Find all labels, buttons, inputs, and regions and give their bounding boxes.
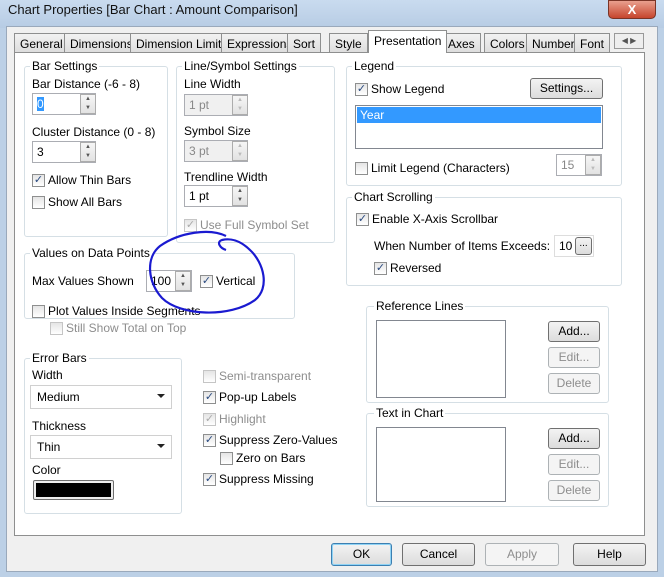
legend-title: Legend	[352, 59, 397, 73]
popup-labels-checkbox[interactable]: ✓	[203, 391, 216, 404]
items-exceeds-browse-button[interactable]: ...	[575, 237, 592, 255]
reference-edit-button[interactable]: Edit...	[548, 347, 600, 368]
tab-font[interactable]: Font	[574, 33, 611, 53]
line-width-stepper[interactable]: ▲ ▼	[232, 95, 248, 115]
plot-values-inside-checkbox[interactable]	[32, 305, 45, 318]
window-title: Chart Properties [Bar Chart : Amount Com…	[8, 2, 298, 17]
color-swatch-button[interactable]	[33, 480, 114, 500]
semi-transparent-label: Semi-transparent	[219, 369, 312, 383]
tab-colors[interactable]: Colors	[484, 33, 531, 53]
reference-add-button[interactable]: Add...	[548, 321, 600, 342]
tab-dimensions[interactable]: Dimensions	[64, 33, 139, 53]
chevron-down-icon	[157, 444, 165, 448]
help-button[interactable]: Help	[573, 543, 646, 566]
thickness-select[interactable]: Thin	[30, 435, 172, 459]
text-delete-button[interactable]: Delete	[548, 480, 600, 501]
bar-distance-label: Bar Distance (-6 - 8)	[32, 77, 141, 91]
tab-style[interactable]: Style	[329, 33, 368, 53]
suppress-missing-label: Suppress Missing	[219, 472, 314, 486]
legend-item-year[interactable]: Year	[357, 107, 601, 123]
hand-drawn-circle-annotation	[148, 230, 265, 314]
suppress-missing-checkbox[interactable]: ✓	[203, 473, 216, 486]
chevron-down-icon	[157, 394, 165, 398]
reference-delete-button[interactable]: Delete	[548, 373, 600, 394]
suppress-zero-label: Suppress Zero-Values	[219, 433, 338, 447]
values-on-data-points-title: Values on Data Points	[30, 246, 152, 260]
text-in-chart-listbox[interactable]	[376, 427, 506, 502]
text-in-chart-title: Text in Chart	[374, 406, 446, 420]
still-show-total-label: Still Show Total on Top	[66, 321, 187, 335]
line-width-label: Line Width	[184, 77, 241, 91]
show-legend-label: Show Legend	[371, 82, 445, 96]
symbol-size-stepper[interactable]: ▲ ▼	[232, 141, 248, 161]
allow-thin-bars-label: Allow Thin Bars	[48, 173, 132, 187]
limit-legend-label: Limit Legend (Characters)	[371, 161, 510, 175]
chart-scrolling-title: Chart Scrolling	[352, 190, 435, 204]
trendline-width-label: Trendline Width	[184, 170, 268, 184]
error-width-label: Width	[32, 368, 63, 382]
highlight-label: Highlight	[219, 412, 266, 426]
show-legend-checkbox[interactable]: ✓	[355, 83, 368, 96]
trendline-width-stepper[interactable]: ▲ ▼	[232, 186, 248, 206]
reversed-label: Reversed	[390, 261, 442, 275]
reversed-checkbox[interactable]: ✓	[374, 262, 387, 275]
text-edit-button[interactable]: Edit...	[548, 454, 600, 475]
color-label: Color	[32, 463, 61, 477]
bar-distance-stepper[interactable]: ▲ ▼	[80, 94, 96, 114]
tab-presentation[interactable]: Presentation	[368, 30, 448, 53]
symbol-size-label: Symbol Size	[184, 124, 251, 138]
suppress-zero-checkbox[interactable]: ✓	[203, 434, 216, 447]
limit-legend-checkbox[interactable]	[355, 162, 368, 175]
cluster-distance-label: Cluster Distance (0 - 8)	[32, 125, 156, 139]
legend-settings-button[interactable]: Settings...	[530, 78, 603, 99]
tab-number[interactable]: Number	[526, 33, 581, 53]
reference-lines-listbox[interactable]	[376, 320, 506, 398]
zero-on-bars-checkbox[interactable]	[220, 452, 233, 465]
bar-settings-title: Bar Settings	[30, 59, 100, 73]
allow-thin-bars-checkbox[interactable]: ✓	[32, 174, 45, 187]
apply-button[interactable]: Apply	[485, 543, 559, 566]
zero-on-bars-label: Zero on Bars	[236, 451, 306, 465]
line-symbol-title: Line/Symbol Settings	[182, 59, 299, 73]
text-add-button[interactable]: Add...	[548, 428, 600, 449]
show-all-bars-checkbox[interactable]	[32, 196, 45, 209]
thickness-label: Thickness	[32, 419, 87, 433]
cluster-distance-stepper[interactable]: ▲ ▼	[80, 142, 96, 162]
tab-axes[interactable]: Axes	[442, 33, 481, 53]
tab-scroll-arrows[interactable]: ◀ ▶	[614, 33, 644, 49]
popup-labels-label: Pop-up Labels	[219, 390, 297, 404]
semi-transparent-checkbox[interactable]	[203, 370, 216, 383]
enable-scrollbar-checkbox[interactable]: ✓	[356, 213, 369, 226]
cancel-button[interactable]: Cancel	[402, 543, 475, 566]
limit-legend-stepper[interactable]: ▲ ▼	[585, 155, 601, 175]
still-show-total-checkbox[interactable]	[50, 322, 63, 335]
max-values-label: Max Values Shown	[32, 274, 134, 288]
tab-dimension-limits[interactable]: Dimension Limits	[130, 33, 234, 53]
items-exceeds-label: When Number of Items Exceeds:	[374, 239, 551, 253]
enable-scrollbar-label: Enable X-Axis Scrollbar	[372, 212, 499, 226]
tab-general[interactable]: General	[14, 33, 69, 53]
legend-listbox[interactable]: Year	[355, 105, 603, 149]
show-all-bars-label: Show All Bars	[48, 195, 123, 209]
tab-sort[interactable]: Sort	[287, 33, 322, 53]
error-width-select[interactable]: Medium	[30, 385, 172, 409]
close-button[interactable]: X	[608, 0, 656, 19]
error-bars-title: Error Bars	[30, 351, 89, 365]
highlight-checkbox[interactable]: ✓	[203, 413, 216, 426]
ok-button[interactable]: OK	[331, 543, 392, 566]
reference-lines-title: Reference Lines	[374, 299, 466, 313]
